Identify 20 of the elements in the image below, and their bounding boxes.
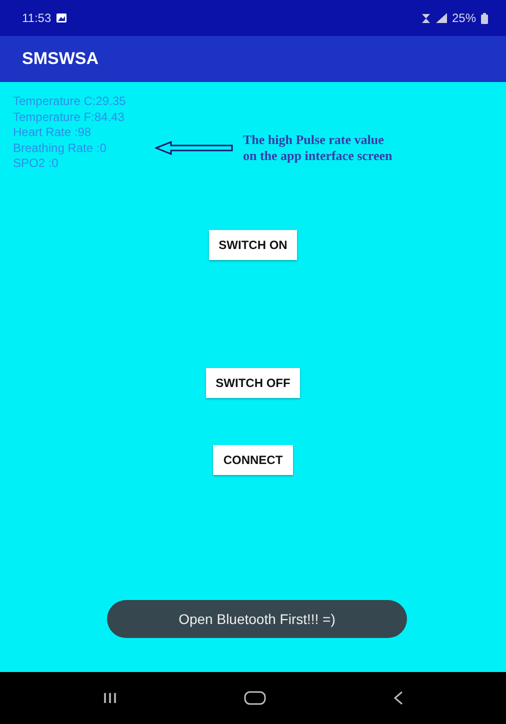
sensor-reading: Breathing Rate :0: [13, 140, 106, 156]
sensor-reading: Temperature C:29.35: [13, 94, 126, 110]
app-title: SMSWSA: [22, 49, 98, 69]
annotation-text: The high Pulse rate value on the app interface screen: [243, 132, 392, 164]
image-icon: [56, 13, 68, 23]
action-button[interactable]: CONNECT: [213, 444, 293, 474]
sensor-reading: Temperature F:84.43: [13, 110, 124, 125]
back-icon[interactable]: [392, 691, 403, 705]
left-arrow-icon: [155, 141, 233, 155]
sensor-reading: SPO2 :0: [13, 156, 58, 172]
signal-icon: [436, 13, 447, 23]
recent-apps-icon[interactable]: [103, 692, 118, 704]
home-icon[interactable]: [244, 691, 266, 705]
sensor-reading: Heart Rate :98: [13, 125, 92, 140]
battery-icon: [481, 12, 488, 24]
battery-percent: 25%: [452, 11, 476, 25]
action-button[interactable]: SWITCH OFF: [206, 368, 300, 398]
toast-message: Open Bluetooth First!!! =): [107, 600, 407, 638]
action-button[interactable]: SWITCH ON: [208, 230, 298, 260]
status-time: 11:53: [22, 11, 52, 25]
